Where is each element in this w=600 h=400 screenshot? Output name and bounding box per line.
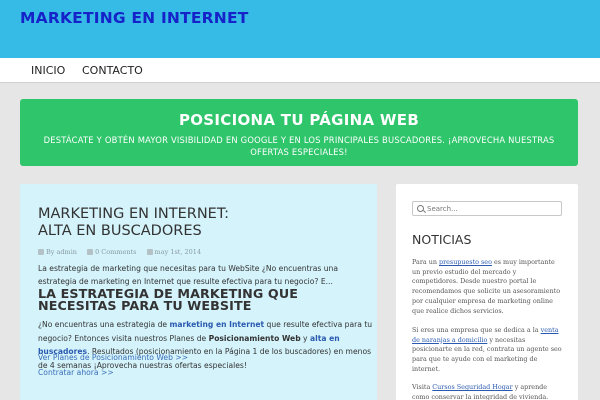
nav-item-inicio[interactable]: INICIO (31, 64, 65, 77)
link-cursos-seguridad[interactable]: Cursos Seguridad Hogar (432, 383, 512, 391)
search-icon (417, 205, 424, 212)
post-heading: LA ESTRATEGIA DE MARKETING QUE NECESITAS… (38, 286, 298, 313)
post-title[interactable]: MARKETING EN INTERNET: ALTA EN BUSCADORE… (38, 206, 368, 240)
body-text-1: ¿No encuentras una estrategia de (38, 320, 170, 329)
news-3-text-a: Visita (412, 383, 433, 391)
post-article: MARKETING EN INTERNET: ALTA EN BUSCADORE… (20, 184, 377, 400)
link-presupuesto-seo[interactable]: presupuesto seo (439, 258, 492, 266)
post-excerpt: La estrategia de marketing que necesitas… (38, 264, 339, 286)
banner-subtitle: DESTÁCATE Y OBTÉN MAYOR VISIBILIDAD EN G… (43, 135, 555, 157)
post-body: ¿No encuentras una estrategia de marketi… (38, 318, 373, 372)
user-icon (38, 249, 44, 255)
calendar-icon (146, 249, 153, 255)
news-paragraph-3: Visita Cursos Seguridad Hogar y aprende … (412, 383, 564, 400)
link-marketing-internet[interactable]: marketing en Internet (169, 320, 264, 329)
banner-title: POSICIONA TU PÁGINA WEB (178, 111, 420, 129)
body-text-3: y (300, 333, 310, 343)
meta-date: may 1st, 2014 (146, 248, 202, 256)
news-1-text-a: Para un (412, 258, 439, 266)
news-2-text-a: Si eres una empresa que se dedica a la (412, 326, 541, 334)
site-title[interactable]: MARKETING EN INTERNET (20, 9, 249, 27)
body-bold-posicionamiento: Posicionamiento Web (208, 333, 301, 343)
search-input[interactable] (427, 203, 557, 214)
main-nav: INICIO CONTACTO (0, 58, 600, 83)
meta-comments[interactable]: 0 Comments (87, 248, 136, 256)
nav-item-contacto[interactable]: CONTACTO (82, 64, 143, 77)
post-meta: By admin 0 Comments may 1st, 2014 (38, 248, 209, 256)
meta-author[interactable]: By admin (38, 248, 77, 256)
news-paragraph-2: Si eres una empresa que se dedica a la v… (412, 326, 564, 375)
search-box[interactable] (412, 201, 562, 216)
site-header: MARKETING EN INTERNET (0, 0, 600, 58)
post-title-line1: MARKETING EN INTERNET: (38, 206, 229, 222)
meta-date-text: may 1st, 2014 (154, 248, 202, 256)
widget-title: NOTICIAS (412, 232, 472, 247)
post-title-line2: ALTA EN BUSCADORES (38, 223, 202, 239)
meta-comments-text: 0 Comments (95, 248, 137, 256)
link-contratar[interactable]: Contratar ahora >> (38, 368, 114, 377)
promo-banner: POSICIONA TU PÁGINA WEB DESTÁCATE Y OBTÉ… (20, 99, 578, 166)
link-ver-planes[interactable]: Ver Planes de Posicionamiento Web >> (38, 353, 188, 362)
sidebar: NOTICIAS Para un presupuesto seo es muy … (396, 184, 578, 400)
meta-author-text: By admin (46, 248, 77, 256)
news-paragraph-1: Para un presupuesto seo es muy important… (412, 258, 564, 316)
news-1-text-b: es muy importante un previo estudio del … (412, 258, 561, 315)
comment-icon (87, 249, 94, 255)
